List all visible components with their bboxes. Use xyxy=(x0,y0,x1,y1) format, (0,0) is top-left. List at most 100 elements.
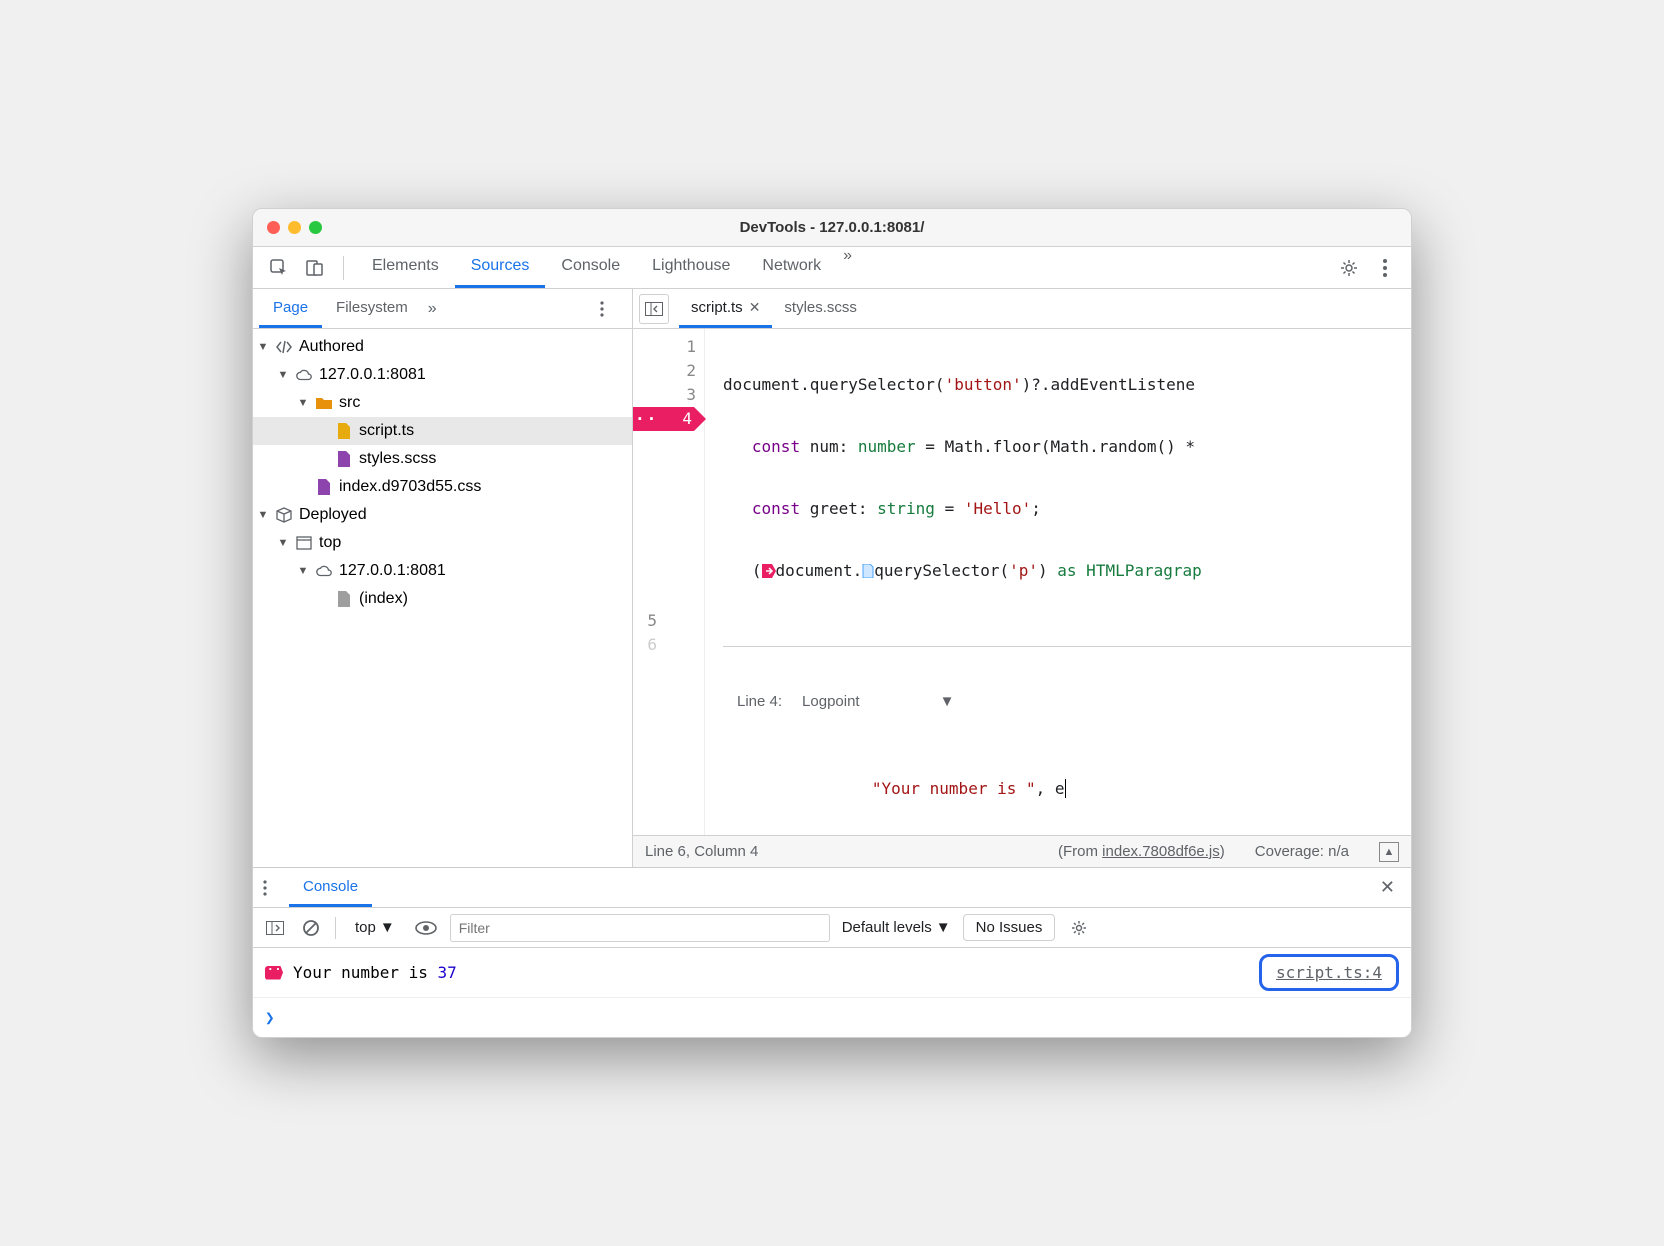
tree-label: 127.0.0.1:8081 xyxy=(339,562,446,580)
tab-elements[interactable]: Elements xyxy=(356,247,455,288)
navigator-tab-filesystem[interactable]: Filesystem xyxy=(322,289,422,328)
chevron-down-icon: ▼ xyxy=(380,919,395,936)
code-line: const num: number = Math.floor(Math.rand… xyxy=(723,435,1411,459)
device-toolbar-icon[interactable] xyxy=(299,252,331,284)
console-filter-input[interactable] xyxy=(450,914,830,942)
tree-host-deployed[interactable]: ▼ 127.0.0.1:8081 xyxy=(253,557,632,585)
frame-icon xyxy=(295,534,313,552)
line-gutter[interactable]: 1 2 3 4 xyxy=(633,329,705,835)
tree-file-styles-scss[interactable]: styles.scss xyxy=(253,445,632,473)
box-icon xyxy=(275,506,293,524)
tab-sources[interactable]: Sources xyxy=(455,247,546,288)
log-levels-dropdown[interactable]: Default levels▼ xyxy=(842,919,951,936)
coverage-label: Coverage: n/a xyxy=(1255,843,1349,860)
sourcemap-link[interactable]: index.7808df6e.js xyxy=(1102,843,1220,860)
navigator-tab-page[interactable]: Page xyxy=(259,289,322,328)
close-tab-icon[interactable]: ✕ xyxy=(749,299,761,316)
code-editor[interactable]: 1 2 3 4 document.querySelector('button')… xyxy=(633,329,1411,835)
logpoint-editor-panel: Line 4: Logpoint ▼ "Your number is ", e​… xyxy=(723,646,1411,835)
tree-file-index-css[interactable]: index.d9703d55.css xyxy=(253,473,632,501)
tree-host-authored[interactable]: ▼ 127.0.0.1:8081 xyxy=(253,361,632,389)
editor-tab-script-ts[interactable]: script.ts ✕ xyxy=(679,289,772,328)
navigator-menu-icon[interactable] xyxy=(600,301,626,317)
file-icon xyxy=(335,590,353,608)
console-prompt[interactable]: ❯ xyxy=(253,998,1411,1037)
logpoint-header: Line 4: Logpoint ▼ xyxy=(737,693,1397,710)
file-icon xyxy=(315,478,333,496)
tree-label: (index) xyxy=(359,590,408,608)
line-number[interactable]: 1 xyxy=(633,335,696,359)
file-icon xyxy=(335,450,353,468)
editor-tab-styles-scss[interactable]: styles.scss xyxy=(772,289,869,328)
close-drawer-icon[interactable]: ✕ xyxy=(1374,877,1401,898)
drawer-tab-console[interactable]: Console xyxy=(289,868,372,907)
tree-file-script-ts[interactable]: script.ts xyxy=(253,417,632,445)
tab-lighthouse[interactable]: Lighthouse xyxy=(636,247,746,288)
line-number[interactable]: 3 xyxy=(633,383,696,407)
tree-label: 127.0.0.1:8081 xyxy=(319,366,426,384)
execution-context-selector[interactable]: top▼ xyxy=(348,916,402,939)
tree-label: styles.scss xyxy=(359,450,436,468)
console-sidebar-toggle-icon[interactable] xyxy=(263,916,287,940)
console-toolbar: top▼ Default levels▼ No Issues xyxy=(253,908,1411,948)
live-expression-icon[interactable] xyxy=(414,916,438,940)
cloud-icon xyxy=(295,366,313,384)
tree-folder-src[interactable]: ▼ src xyxy=(253,389,632,417)
minimize-window-button[interactable] xyxy=(288,221,301,234)
console-settings-gear-icon[interactable] xyxy=(1067,916,1091,940)
tree-top-frame[interactable]: ▼ top xyxy=(253,529,632,557)
navigator-sidebar: Page Filesystem » ▼ Authored ▼ xyxy=(253,289,633,867)
logpoint-marker-icon[interactable]: 4 xyxy=(633,407,706,431)
code-line: (document.querySelector('p') as HTMLPara… xyxy=(723,559,1411,583)
more-tabs-chevron-icon[interactable]: » xyxy=(837,247,858,288)
logpoint-expression-input[interactable]: "Your number is ", e​ xyxy=(737,756,1397,821)
toggle-navigator-icon[interactable] xyxy=(639,294,669,324)
more-menu-icon[interactable] xyxy=(1369,252,1401,284)
zoom-window-button[interactable] xyxy=(309,221,322,234)
editor-pane: script.ts ✕ styles.scss 1 2 3 4 document… xyxy=(633,289,1411,867)
chevron-down-icon: ▼ xyxy=(940,693,955,710)
cursor-position: Line 6, Column 4 xyxy=(645,843,758,860)
sources-panel: Page Filesystem » ▼ Authored ▼ xyxy=(253,289,1411,867)
editor-tab-label: styles.scss xyxy=(784,299,857,316)
tree-label: Authored xyxy=(299,338,364,356)
tree-group-deployed[interactable]: ▼ Deployed xyxy=(253,501,632,529)
titlebar: DevTools - 127.0.0.1:8081/ xyxy=(253,209,1411,247)
console-log-row[interactable]: Your number is 37 script.ts:4 xyxy=(253,948,1411,998)
tree-label: index.d9703d55.css xyxy=(339,478,481,496)
console-drawer: Console ✕ top▼ Default levels▼ No Issues xyxy=(253,867,1411,1037)
tree-label: script.ts xyxy=(359,422,414,440)
line-number-logpoint[interactable]: 4 xyxy=(633,407,696,431)
close-window-button[interactable] xyxy=(267,221,280,234)
tree-file-index[interactable]: (index) xyxy=(253,585,632,613)
tab-console[interactable]: Console xyxy=(545,247,636,288)
tree-group-authored[interactable]: ▼ Authored xyxy=(253,333,632,361)
toggle-details-icon[interactable]: ▲ xyxy=(1379,842,1399,862)
clear-console-icon[interactable] xyxy=(299,916,323,940)
line-number[interactable]: 5 xyxy=(633,609,665,633)
drawer-menu-icon[interactable] xyxy=(263,880,289,896)
settings-gear-icon[interactable] xyxy=(1333,252,1365,284)
log-source-link[interactable]: script.ts:4 xyxy=(1259,954,1399,991)
navigator-more-icon[interactable]: » xyxy=(422,300,443,318)
panel-tabs: Elements Sources Console Lighthouse Netw… xyxy=(356,247,858,288)
toolbar-divider xyxy=(343,256,344,280)
code-icon xyxy=(275,338,293,356)
line-number[interactable]: 6 xyxy=(633,633,665,657)
log-message: Your number is 37 xyxy=(293,963,1259,982)
main-toolbar: Elements Sources Console Lighthouse Netw… xyxy=(253,247,1411,289)
source-mapped-from: (From index.7808df6e.js) xyxy=(1058,843,1225,860)
code-content[interactable]: document.querySelector('button')?.addEve… xyxy=(705,329,1411,835)
line-number[interactable]: 2 xyxy=(633,359,696,383)
devtools-window: DevTools - 127.0.0.1:8081/ Elements Sour… xyxy=(252,208,1412,1038)
logpoint-badge-icon xyxy=(265,966,283,980)
editor-tabs: script.ts ✕ styles.scss xyxy=(633,289,1411,329)
inspect-element-icon[interactable] xyxy=(263,252,295,284)
issues-button[interactable]: No Issues xyxy=(963,914,1056,941)
window-title: DevTools - 127.0.0.1:8081/ xyxy=(253,219,1411,236)
breakpoint-type-dropdown[interactable]: Logpoint ▼ xyxy=(802,693,954,710)
editor-statusbar: Line 6, Column 4 (From index.7808df6e.js… xyxy=(633,835,1411,867)
tab-network[interactable]: Network xyxy=(746,247,837,288)
code-line: document.querySelector('button')?.addEve… xyxy=(723,373,1411,397)
navigator-tabs: Page Filesystem » xyxy=(253,289,632,329)
